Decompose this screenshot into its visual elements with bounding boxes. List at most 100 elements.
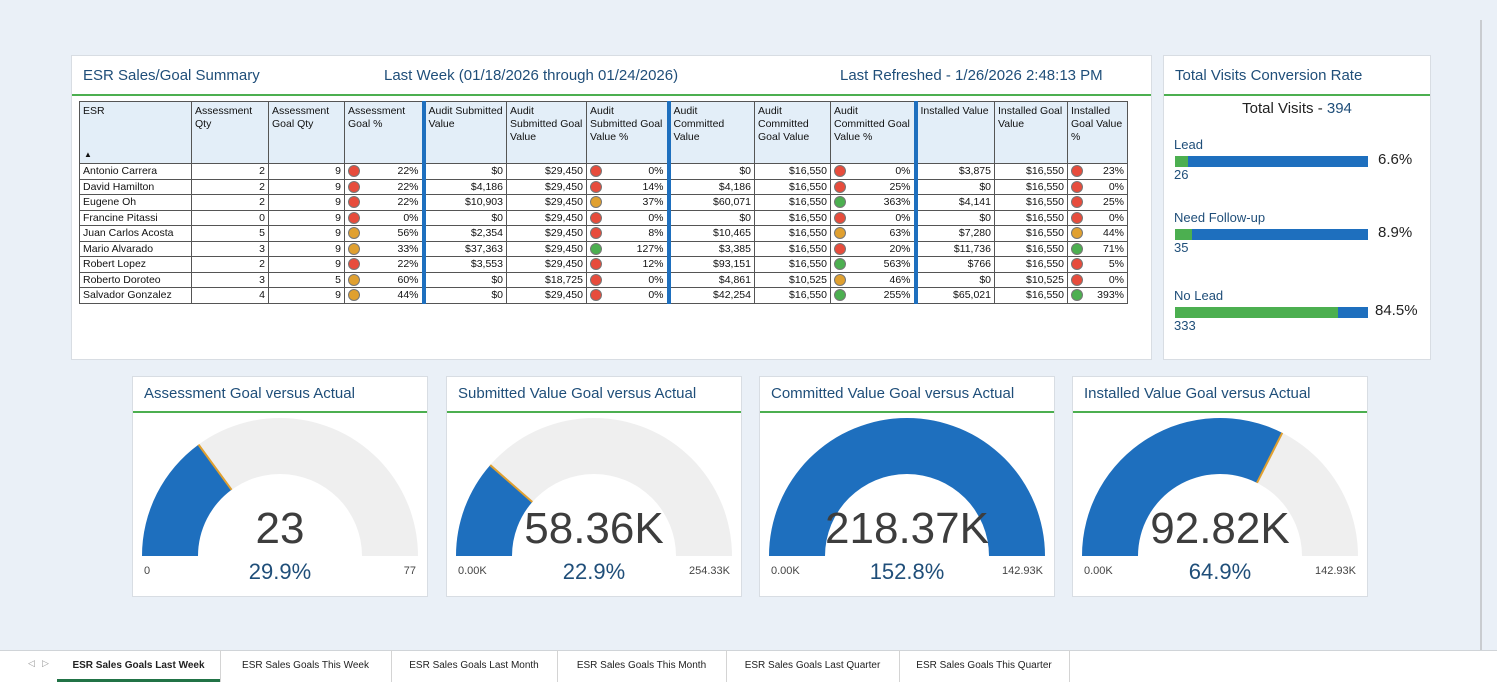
- value-cell: $0: [666, 209, 755, 226]
- tab-scroll-right-icon[interactable]: ▷: [42, 658, 49, 669]
- table-row[interactable]: Francine Pitassi 0 9 0% $0 $29,450 0% $0 $16,550…: [79, 209, 1128, 226]
- table-row[interactable]: Roberto Doroteo 3 5 60% $0 $18,725 0% $4,861 $10…: [79, 271, 1128, 288]
- gauge-percent: 29.9%: [248, 559, 312, 584]
- goal-percent-cell: 8%: [586, 225, 669, 242]
- column-header[interactable]: Audit Submitted Goal Value %: [586, 101, 669, 164]
- column-header[interactable]: Assessment Goal Qty: [268, 101, 345, 164]
- column-header[interactable]: Installed Goal Value: [994, 101, 1068, 164]
- goal-percent-cell: 37%: [586, 194, 669, 211]
- value-cell: $10,525: [994, 271, 1068, 288]
- goal-percent-cell: 0%: [1067, 271, 1128, 288]
- table-header-row: ESR ▲ Assessment Qty Assessment Goal Qty …: [79, 101, 1128, 164]
- goal-percent-cell: 0%: [830, 209, 916, 226]
- column-header[interactable]: Audit Submitted Value: [421, 101, 507, 164]
- esr-summary-table: ESR ▲ Assessment Qty Assessment Goal Qty …: [79, 101, 1128, 304]
- goal-percent-value: 0%: [403, 211, 419, 224]
- goal-percent-cell: 22%: [344, 194, 424, 211]
- conversion-bar-fill: [1175, 229, 1193, 240]
- red-status-icon: [590, 211, 602, 224]
- column-header[interactable]: Assessment Qty: [191, 101, 269, 164]
- goal-percent-cell: 63%: [830, 225, 916, 242]
- sheet-tab[interactable]: ESR Sales Goals Last Week: [57, 650, 221, 682]
- column-header[interactable]: Audit Submitted Goal Value: [506, 101, 587, 164]
- amber-status-icon: [834, 273, 846, 286]
- conversion-bar-fill: [1175, 307, 1339, 318]
- amber-status-icon: [590, 196, 602, 209]
- sheet-tab[interactable]: ESR Sales Goals Last Quarter: [726, 650, 900, 682]
- value-cell: 3: [191, 271, 269, 288]
- sheet-tab[interactable]: ESR Sales Goals This Week: [220, 650, 392, 682]
- goal-percent-value: 23%: [1102, 165, 1124, 178]
- column-header[interactable]: ESR ▲: [79, 101, 192, 164]
- table-row[interactable]: Robert Lopez 2 9 22% $3,553 $29,450 12% $93,151…: [79, 256, 1128, 273]
- red-status-icon: [834, 242, 846, 255]
- value-cell: $16,550: [994, 240, 1068, 257]
- goal-percent-value: 0%: [1108, 211, 1124, 224]
- green-status-icon: [590, 242, 602, 255]
- green-status-icon: [1071, 242, 1083, 255]
- column-header[interactable]: Audit Committed Goal Value %: [830, 101, 916, 164]
- goal-percent-cell: 12%: [586, 256, 669, 273]
- gauge-min-label: 0.00K: [771, 565, 800, 577]
- goal-percent-value: 0%: [1108, 180, 1124, 193]
- column-header[interactable]: Assessment Goal %: [344, 101, 424, 164]
- value-cell: $65,021: [913, 287, 995, 304]
- column-header[interactable]: Audit Committed Goal Value: [754, 101, 831, 164]
- red-status-icon: [590, 180, 602, 193]
- value-cell: 9: [268, 287, 345, 304]
- total-visits-label: Total Visits -: [1242, 100, 1327, 117]
- conversion-label: Need Follow-up: [1174, 210, 1266, 225]
- sheet-tab[interactable]: ESR Sales Goals This Quarter: [899, 650, 1070, 682]
- table-row[interactable]: Mario Alvarado 3 9 33% $37,363 $29,450 127% $3,…: [79, 240, 1128, 257]
- green-status-icon: [834, 258, 846, 271]
- column-header[interactable]: Installed Value: [913, 101, 995, 164]
- table-row[interactable]: Antonio Carrera 2 9 22% $0 $29,450 0% $0 $16,550…: [79, 163, 1128, 180]
- value-cell: $4,186: [666, 178, 755, 195]
- goal-percent-cell: 46%: [830, 271, 916, 288]
- goal-percent-value: 20%: [889, 242, 911, 255]
- goal-percent-cell: 393%: [1067, 287, 1128, 304]
- total-visits-value: 394: [1326, 100, 1352, 117]
- goal-percent-value: 0%: [648, 273, 664, 286]
- goal-percent-cell: 20%: [830, 240, 916, 257]
- goal-percent-cell: 0%: [586, 287, 669, 304]
- tab-scroll-left-icon[interactable]: ◁: [28, 658, 35, 669]
- summary-title: ESR Sales/Goal Summary: [83, 67, 260, 84]
- summary-title-rule: [72, 94, 1151, 96]
- sheet-tab[interactable]: ESR Sales Goals Last Month: [391, 650, 558, 682]
- sheet-tab[interactable]: ESR Sales Goals This Month: [557, 650, 727, 682]
- gauge-title-rule: [1073, 411, 1367, 413]
- column-header[interactable]: Audit Committed Value: [666, 101, 755, 164]
- goal-percent-value: 63%: [889, 227, 911, 240]
- red-status-icon: [348, 180, 360, 193]
- table-row[interactable]: Juan Carlos Acosta 5 9 56% $2,354 $29,450 8% $1…: [79, 225, 1128, 242]
- conversion-bar-fill: [1175, 156, 1188, 167]
- goal-percent-value: 563%: [883, 258, 911, 271]
- esr-name-cell: Francine Pitassi: [79, 209, 192, 226]
- value-cell: $16,550: [754, 178, 831, 195]
- gauge-title-rule: [447, 411, 741, 413]
- esr-name-cell: David Hamilton: [79, 178, 192, 195]
- table-row[interactable]: David Hamilton 2 9 22% $4,186 $29,450 14% $4,18…: [79, 178, 1128, 195]
- value-cell: $0: [421, 163, 507, 180]
- esr-name-cell: Roberto Doroteo: [79, 271, 192, 288]
- green-status-icon: [1071, 289, 1083, 302]
- value-cell: 5: [191, 225, 269, 242]
- goal-percent-value: 0%: [648, 289, 664, 302]
- goal-percent-cell: 0%: [344, 209, 424, 226]
- value-cell: 0: [191, 209, 269, 226]
- goal-percent-cell: 25%: [1067, 194, 1128, 211]
- value-cell: $29,450: [506, 163, 587, 180]
- sort-ascending-icon: ▲: [84, 150, 92, 159]
- column-header[interactable]: Installed Goal Value %: [1067, 101, 1128, 164]
- table-row[interactable]: Salvador Gonzalez 4 9 44% $0 $29,450 0% $42,254…: [79, 287, 1128, 304]
- goal-percent-value: 127%: [636, 242, 664, 255]
- value-cell: 9: [268, 209, 345, 226]
- goal-percent-cell: 44%: [1067, 225, 1128, 242]
- value-cell: $16,550: [994, 209, 1068, 226]
- table-row[interactable]: Eugene Oh 2 9 22% $10,903 $29,450 37% $60,071 $1…: [79, 194, 1128, 211]
- goal-percent-value: 393%: [1097, 289, 1124, 302]
- value-cell: $4,186: [421, 178, 507, 195]
- goal-percent-cell: 56%: [344, 225, 424, 242]
- goal-percent-value: 0%: [895, 165, 911, 178]
